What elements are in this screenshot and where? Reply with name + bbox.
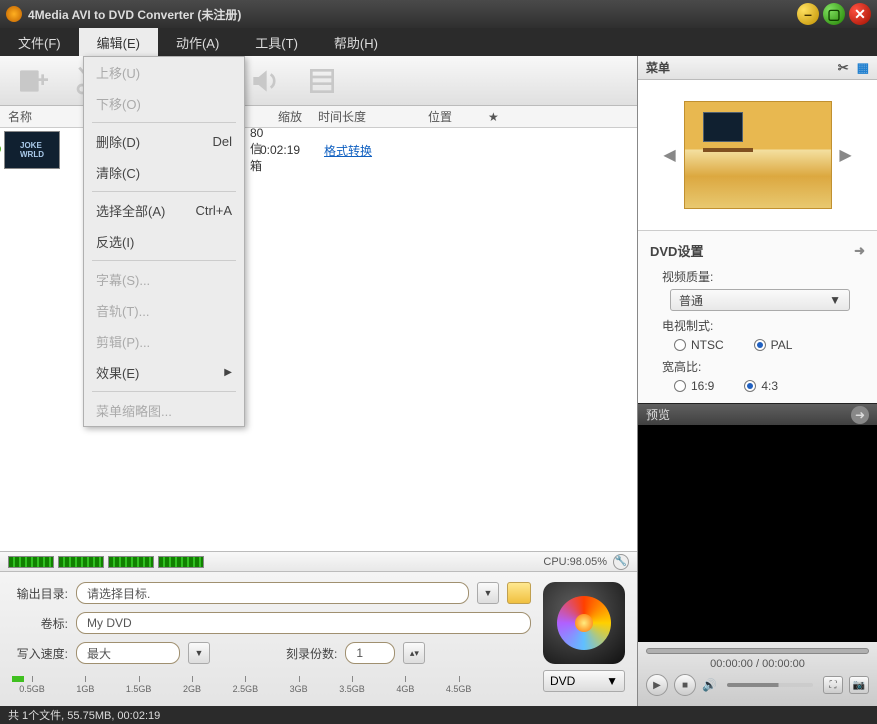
col-position[interactable]: 位置	[420, 108, 480, 125]
audio-icon[interactable]	[246, 63, 282, 99]
status-text: 共 1个文件, 55.75MB, 00:02:19	[8, 707, 160, 723]
preview-area	[638, 425, 877, 642]
right-pane: 菜单 ✂ ▦ ◀ ▶ DVD设置➜ 视频质量: 普通▼ 电视制式: NTSCPA…	[637, 56, 877, 706]
expand-settings-icon[interactable]: ➜	[854, 243, 865, 259]
next-template-button[interactable]: ▶	[838, 143, 854, 167]
ruler-label: 2.5GB	[233, 684, 259, 694]
copies-input[interactable]: 1	[345, 642, 395, 664]
menu-item[interactable]: 选择全部(A)Ctrl+A	[84, 195, 244, 226]
prev-template-button[interactable]: ◀	[662, 143, 678, 167]
aspect-ratio-option[interactable]: 16:9	[674, 379, 714, 393]
preview-controls: 00:00:00 / 00:00:00 ▶ ■ 🔊 ⛶ 📷	[638, 642, 877, 706]
file-thumbnail: JOKEWRLD	[4, 131, 60, 169]
ruler-label: 1GB	[76, 684, 94, 694]
tools-icon[interactable]: ✂	[838, 60, 849, 76]
write-speed-input[interactable]: 最大	[76, 642, 180, 664]
output-panel: 输出目录: 请选择目标. ▼ 卷标: My DVD 写入速度: 最大 ▼ 刻录份…	[0, 571, 637, 706]
statusbar: 共 1个文件, 55.75MB, 00:02:19	[0, 706, 877, 724]
menu-item: 剪辑(P)...	[84, 326, 244, 357]
close-button[interactable]: ✕	[849, 3, 871, 25]
ruler-label: 1.5GB	[126, 684, 152, 694]
quality-select[interactable]: 普通▼	[670, 289, 850, 311]
app-icon	[6, 6, 22, 22]
ruler-label: 3GB	[290, 684, 308, 694]
file-convert-link[interactable]: 格式转换	[310, 142, 372, 159]
minimize-button[interactable]: –	[797, 3, 819, 25]
menu-item: 下移(O)	[84, 88, 244, 119]
ruler-label: 4GB	[396, 684, 414, 694]
volume-label: 卷标:	[12, 615, 68, 632]
output-dir-input[interactable]: 请选择目标.	[76, 582, 469, 604]
menu-template-thumb[interactable]	[684, 101, 832, 209]
ruler-label: 2GB	[183, 684, 201, 694]
menubar: 文件(F)编辑(E)动作(A)工具(T)帮助(H)	[0, 28, 877, 56]
col-zoom[interactable]: 缩放	[270, 108, 310, 125]
output-dir-dropdown[interactable]: ▼	[477, 582, 499, 604]
grid-icon[interactable]: ▦	[857, 60, 869, 76]
cpu-text: CPU:98.05%	[543, 556, 607, 568]
fullscreen-button[interactable]: ⛶	[823, 676, 843, 694]
seek-bar[interactable]	[646, 648, 869, 654]
cpu-blocks	[8, 556, 204, 568]
disc-size-ruler: 0.5GB 1GB 1.5GB 2GB 2.5GB 3GB 3.5GB 4GB 4.5GB	[12, 676, 531, 700]
preview-header: 预览 ➜	[638, 403, 877, 425]
tv-standard-label: 电视制式:	[662, 317, 865, 334]
volume-slider[interactable]	[727, 683, 813, 687]
menu-1[interactable]: 编辑(E)	[79, 28, 158, 56]
write-speed-label: 写入速度:	[12, 645, 68, 662]
write-speed-dropdown[interactable]: ▼	[188, 642, 210, 664]
col-star[interactable]: ★	[480, 110, 510, 124]
col-duration[interactable]: 时间长度	[310, 108, 380, 125]
maximize-button[interactable]: ▢	[823, 3, 845, 25]
menu-0[interactable]: 文件(F)	[0, 28, 79, 56]
menu-4[interactable]: 帮助(H)	[316, 28, 396, 56]
cpu-bar: CPU:98.05% 🔧	[0, 551, 637, 571]
edit-menu-dropdown: 上移(U)下移(O) 删除(D)Del清除(C) 选择全部(A)Ctrl+A反选(I…	[83, 56, 245, 427]
quality-label: 视频质量:	[662, 268, 865, 285]
copies-stepper[interactable]: ▴▾	[403, 642, 425, 664]
window-title: 4Media AVI to DVD Converter (未注册)	[28, 6, 797, 23]
copies-label: 刻录份数:	[286, 645, 337, 662]
output-dir-label: 输出目录:	[12, 585, 68, 602]
add-file-icon[interactable]	[14, 63, 50, 99]
aspect-label: 宽高比:	[662, 358, 865, 375]
volume-icon[interactable]: 🔊	[702, 678, 717, 692]
menu-item[interactable]: 删除(D)Del	[84, 126, 244, 157]
browse-folder-button[interactable]	[507, 582, 531, 604]
settings-icon[interactable]: 🔧	[613, 554, 629, 570]
ruler-label: 4.5GB	[446, 684, 472, 694]
burn-button[interactable]	[543, 582, 625, 664]
tv-standard-option[interactable]: PAL	[754, 338, 793, 352]
menu-item: 菜单缩略图...	[84, 395, 244, 426]
menu-item: 音轨(T)...	[84, 295, 244, 326]
aspect-ratio-option[interactable]: 4:3	[744, 379, 778, 393]
menu-template-preview: ◀ ▶	[638, 80, 877, 230]
menu-3[interactable]: 工具(T)	[237, 28, 316, 56]
menu-item[interactable]: 效果(E)▶	[84, 357, 244, 388]
menu-item: 字幕(S)...	[84, 264, 244, 295]
file-duration: 0:02:19	[250, 143, 310, 157]
disc-type-select[interactable]: DVD▼	[543, 670, 625, 692]
ruler-label: 0.5GB	[19, 684, 45, 694]
titlebar: 4Media AVI to DVD Converter (未注册) – ▢ ✕	[0, 0, 877, 28]
chapter-icon[interactable]	[304, 63, 340, 99]
menu-item: 上移(U)	[84, 57, 244, 88]
volume-input[interactable]: My DVD	[76, 612, 531, 634]
snapshot-button[interactable]: 📷	[849, 676, 869, 694]
ruler-label: 3.5GB	[339, 684, 365, 694]
preview-expand-button[interactable]: ➜	[851, 406, 869, 424]
menu-item[interactable]: 清除(C)	[84, 157, 244, 188]
time-display: 00:00:00 / 00:00:00	[646, 658, 869, 670]
play-button[interactable]: ▶	[646, 674, 668, 696]
menu-header: 菜单 ✂ ▦	[638, 56, 877, 80]
dvd-settings: DVD设置➜ 视频质量: 普通▼ 电视制式: NTSCPAL 宽高比: 16:9…	[638, 230, 877, 403]
stop-button[interactable]: ■	[674, 674, 696, 696]
tv-standard-option[interactable]: NTSC	[674, 338, 724, 352]
menu-item[interactable]: 反选(I)	[84, 226, 244, 257]
menu-2[interactable]: 动作(A)	[158, 28, 237, 56]
